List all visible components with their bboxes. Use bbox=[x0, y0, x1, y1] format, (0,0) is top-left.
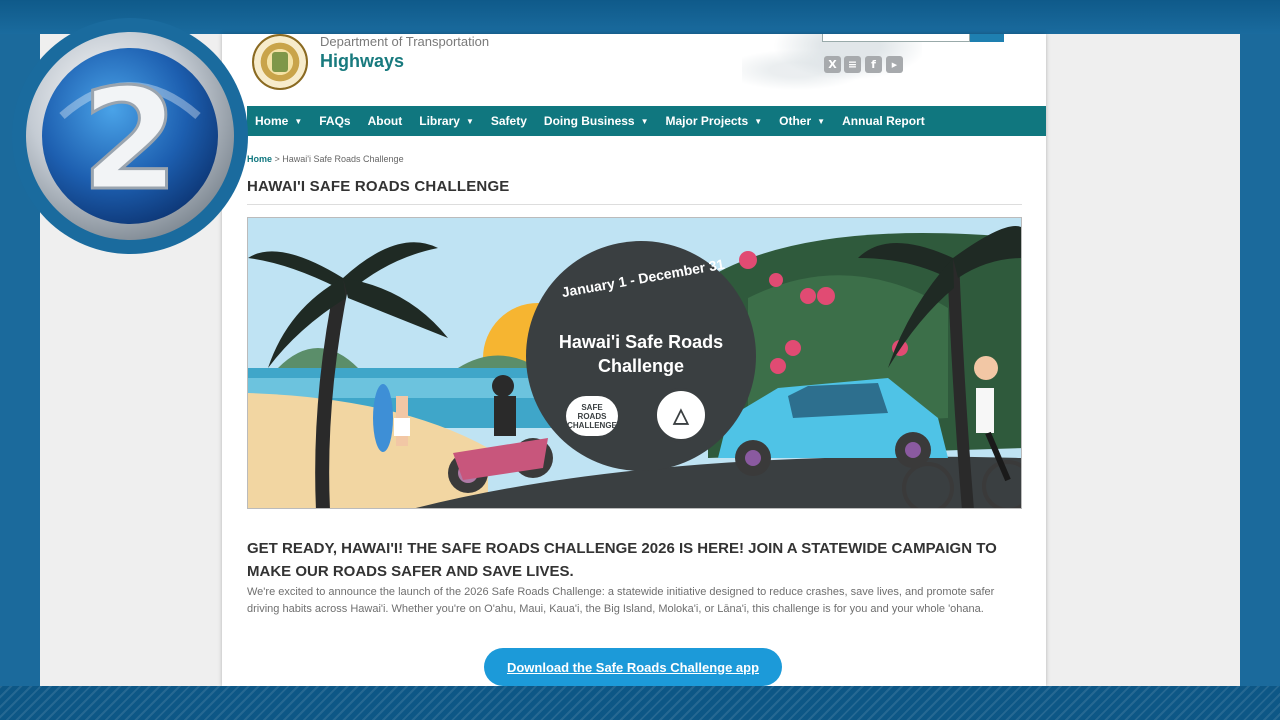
nav-label: Other bbox=[779, 114, 812, 128]
frame-stripes bbox=[0, 686, 1280, 720]
dot-seal-logo: △ bbox=[654, 388, 708, 442]
campaign-banner-image: January 1 - December 31 Hawai'i Safe Roa… bbox=[247, 217, 1022, 509]
nav-item-library[interactable]: Library ▼ bbox=[419, 114, 474, 128]
banner-title-line1: Hawai'i Safe Roads bbox=[558, 332, 724, 352]
channel-2-logo: 2 bbox=[12, 18, 248, 254]
nav-item-doing-business[interactable]: Doing Business ▼ bbox=[544, 114, 649, 128]
site-name[interactable]: Highways bbox=[320, 51, 404, 72]
banner-title-line2: Challenge bbox=[597, 356, 685, 376]
chevron-down-icon: ▼ bbox=[294, 116, 303, 126]
facebook-icon[interactable]: f bbox=[865, 56, 882, 73]
breadcrumb-current: Hawai'i Safe Roads Challenge bbox=[282, 154, 404, 164]
channel-number: 2 bbox=[81, 59, 178, 222]
nav-label: Doing Business bbox=[543, 114, 635, 128]
safe-roads-challenge-logo: SAFE ROADS CHALLENGE bbox=[566, 396, 618, 436]
nav-item-major-projects[interactable]: Major Projects ▼ bbox=[666, 114, 763, 128]
nav-label: About bbox=[367, 114, 403, 128]
banner-title: Hawai'i Safe Roads Challenge bbox=[526, 330, 756, 378]
main-nav: Home ▼ FAQs About Library ▼ Safety Doing B… bbox=[247, 106, 1046, 136]
nav-label: Home bbox=[255, 114, 289, 128]
nav-label: Annual Report bbox=[842, 114, 925, 128]
search-input[interactable] bbox=[822, 34, 970, 42]
campaign-headline: GET READY, HAWAI'I! THE SAFE ROADS CHALL… bbox=[247, 540, 997, 580]
youtube-icon[interactable]: ▶ bbox=[886, 56, 903, 73]
nav-item-home[interactable]: Home ▼ bbox=[255, 114, 302, 128]
broadcast-frame-bottom bbox=[0, 686, 1280, 720]
chevron-down-icon: ▼ bbox=[817, 116, 826, 126]
intro-paragraph: We're excited to announce the launch of … bbox=[247, 586, 995, 615]
page-title: HAWAI'I SAFE ROADS CHALLENGE bbox=[247, 178, 510, 195]
department-name: Department of Transportation bbox=[320, 34, 490, 49]
seal-emblem bbox=[272, 52, 288, 72]
webpage: Department of Transportation Highways X … bbox=[222, 34, 1046, 686]
rss-icon[interactable]: ≡ bbox=[844, 56, 861, 73]
nav-label: Major Projects bbox=[665, 114, 749, 128]
nav-item-faqs[interactable]: FAQs bbox=[319, 114, 350, 128]
chevron-down-icon: ▼ bbox=[465, 116, 474, 126]
x-icon[interactable]: X bbox=[824, 56, 841, 73]
search-button[interactable] bbox=[970, 34, 1004, 42]
nav-item-annual-report[interactable]: Annual Report bbox=[842, 114, 925, 128]
state-seal-logo[interactable] bbox=[252, 34, 308, 90]
nav-item-about[interactable]: About bbox=[368, 114, 403, 128]
download-app-button[interactable]: Download the Safe Roads Challenge app bbox=[484, 648, 782, 686]
chevron-down-icon: ▼ bbox=[640, 116, 649, 126]
title-divider bbox=[247, 204, 1022, 205]
breadcrumb: Home > Hawai'i Safe Roads Challenge bbox=[247, 154, 404, 164]
nav-item-other[interactable]: Other ▼ bbox=[779, 114, 825, 128]
nav-label: FAQs bbox=[319, 114, 351, 128]
nav-item-safety[interactable]: Safety bbox=[491, 114, 527, 128]
nav-label: Library bbox=[419, 114, 460, 128]
nav-label: Safety bbox=[490, 114, 527, 128]
broadcast-frame-right bbox=[1240, 34, 1280, 686]
breadcrumb-separator: > bbox=[272, 154, 283, 164]
chevron-down-icon: ▼ bbox=[754, 116, 763, 126]
